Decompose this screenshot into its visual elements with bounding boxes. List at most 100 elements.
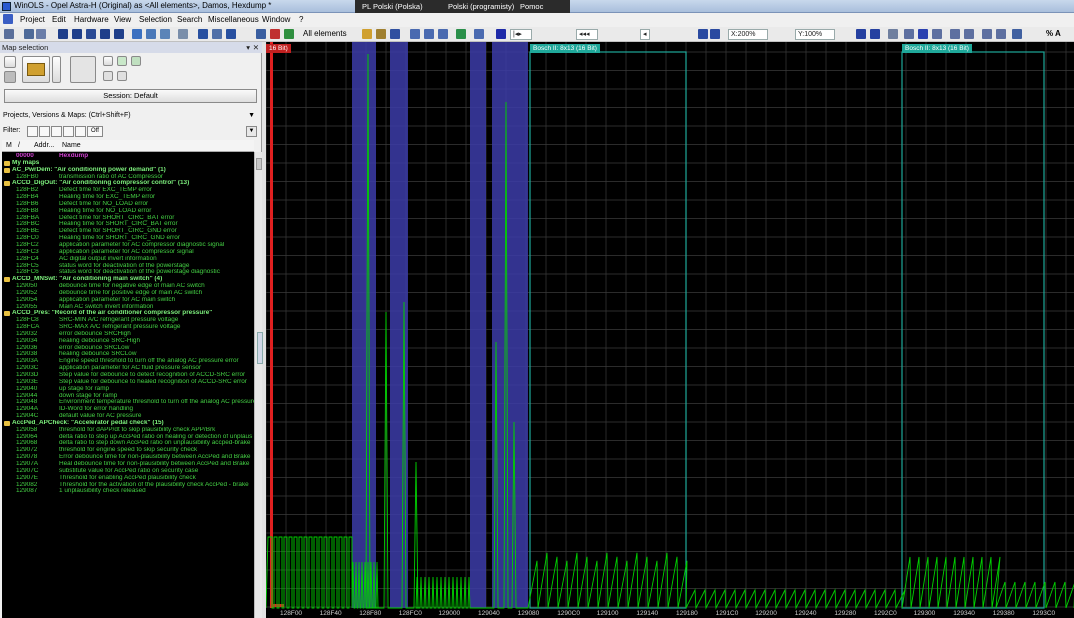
filter-all-button[interactable] <box>27 126 38 137</box>
graph-mode-icon[interactable] <box>856 29 866 39</box>
open-folder-button[interactable] <box>22 56 50 83</box>
menu-edit[interactable]: Edit <box>52 15 66 24</box>
list-item[interactable]: 129034 healing debounce SRC-High <box>2 338 254 345</box>
list-item[interactable]: 129032 error debounce SRCHigh <box>2 331 254 338</box>
compare-icon[interactable] <box>410 29 420 39</box>
bits-8-icon[interactable] <box>904 29 914 39</box>
prev-icon[interactable] <box>72 29 82 39</box>
bits-32-icon[interactable] <box>932 29 942 39</box>
map-label-bosch-1[interactable]: Bosch II: 8x13 (16 Bit) <box>530 44 600 53</box>
nav-forward-icon[interactable] <box>226 29 236 39</box>
list-item[interactable]: 129040 up stage for ramp <box>2 386 254 393</box>
vertical-scrollbar[interactable] <box>254 152 262 618</box>
list-item[interactable]: 128FC2 application parameter for AC compr… <box>2 242 254 249</box>
open-dropdown-button[interactable] <box>52 56 61 83</box>
language-item-pl[interactable]: PL Polski (Polska) <box>359 1 426 12</box>
list-item[interactable]: 129048 Environment temperature threshold … <box>2 399 254 406</box>
save-icon[interactable] <box>24 29 34 39</box>
list-item[interactable]: 128FCA SRC-MAX A/C refrigerant pressure v… <box>2 324 254 331</box>
differences-icon[interactable] <box>438 29 448 39</box>
list-item[interactable]: 128FB6 Defect time for NO_LOAD error <box>2 201 254 208</box>
menu-project[interactable]: Project <box>20 15 45 24</box>
color-icon[interactable] <box>496 29 506 39</box>
2d-view-icon[interactable] <box>146 29 156 39</box>
filter-dropdown-button[interactable]: ▼ <box>246 126 257 137</box>
first-icon[interactable] <box>58 29 68 39</box>
question-icon[interactable] <box>390 29 400 39</box>
list-item[interactable]: 12903D Step value for debounce to detect … <box>2 372 254 379</box>
open-icon[interactable] <box>4 29 14 39</box>
menu-help[interactable]: ? <box>299 15 303 24</box>
nav-back-icon[interactable] <box>198 29 208 39</box>
scroll-right-icon[interactable] <box>710 29 720 39</box>
width-stepper[interactable]: |◂▸ <box>510 29 532 40</box>
stop-button[interactable] <box>4 71 16 83</box>
list-item[interactable]: 129038 healing debounce SRCLow <box>2 351 254 358</box>
list-item[interactable]: 128FBE Defect time for SHORT_CIRC_GND err… <box>2 228 254 235</box>
list-item[interactable]: 129050 debounce time for negative edge of… <box>2 283 254 290</box>
app-menu-icon[interactable] <box>3 14 13 24</box>
list-item[interactable]: 12907C substitute value for AccPed ratio … <box>2 468 254 475</box>
list-item[interactable]: 12904C default value for AC pressure <box>2 413 254 420</box>
online-button[interactable] <box>131 56 141 66</box>
filter-elements-label[interactable]: All elements <box>303 29 347 38</box>
last-icon[interactable] <box>114 29 124 39</box>
copy-button[interactable] <box>103 56 113 66</box>
signed-icon[interactable] <box>950 29 960 39</box>
list-item[interactable]: 12903E Step value for debounce to healed … <box>2 379 254 386</box>
column-m[interactable]: M <box>6 142 12 149</box>
new-project-button[interactable] <box>4 56 16 68</box>
list-item[interactable]: 00000 Hexdump <box>2 153 254 160</box>
column-width-icon[interactable] <box>474 29 484 39</box>
compare-button[interactable] <box>117 71 127 81</box>
folder-row[interactable]: My maps <box>2 160 254 167</box>
link-button[interactable] <box>103 71 113 81</box>
list-item[interactable]: 128FBC Healing time for SHORT_CIRC_BAT er… <box>2 221 254 228</box>
list-item[interactable]: 129054 application parameter for AC main … <box>2 297 254 304</box>
list-item[interactable]: 12903A Engine speed threshold to turn off… <box>2 358 254 365</box>
page-icon[interactable] <box>86 29 96 39</box>
filter-mark-button[interactable] <box>75 126 86 137</box>
list-item[interactable]: 129068 delta ratio to step down AccPed ra… <box>2 440 254 447</box>
home-icon[interactable] <box>212 29 222 39</box>
list-item[interactable]: 128FC3 application parameter for AC compr… <box>2 249 254 256</box>
close-icon[interactable]: ✕ <box>253 42 259 53</box>
map-label-left[interactable]: 16 Bit) <box>266 44 291 53</box>
filter-3d-button[interactable] <box>63 126 74 137</box>
folder-row[interactable]: ACCD_Pres: "Record of the air conditione… <box>2 310 254 317</box>
list-item[interactable]: 128FC8 SRC-MIN A/C refrigerant pressure v… <box>2 317 254 324</box>
folder-row[interactable]: AccPed_APCheck: "Accelerator pedal check… <box>2 420 254 427</box>
menu-selection[interactable]: Selection <box>139 15 172 24</box>
menu-view[interactable]: View <box>114 15 131 24</box>
session-button[interactable]: Session: Default <box>4 89 257 103</box>
list-item[interactable]: 128FC4 AC digital output invert informati… <box>2 256 254 263</box>
next-icon[interactable] <box>100 29 110 39</box>
list-item[interactable]: 128FB2 Defect time for EXC_TEMP error <box>2 187 254 194</box>
list-item[interactable]: 128FB8 Healing time for NO_LOAD error <box>2 208 254 215</box>
filter-off-button[interactable]: Off <box>87 126 103 137</box>
list-item[interactable]: 129087 1 unplausibility check released <box>2 488 254 495</box>
list-item[interactable]: 12907A Heal debounce time for non-plausib… <box>2 461 254 468</box>
hex-stepper[interactable]: ◂◂◂ <box>576 29 598 40</box>
chevron-down-icon[interactable]: ▼ <box>248 112 255 119</box>
filter-1d-button[interactable] <box>39 126 50 137</box>
zoom-x-field[interactable]: X:200% <box>728 29 768 40</box>
folder-row[interactable]: ACCD_MNSwt: "Air conditioning main switc… <box>2 276 254 283</box>
list-item[interactable]: 129055 Main AC switch invert information <box>2 304 254 311</box>
percent-label[interactable]: % A <box>1046 29 1061 38</box>
swap-icon[interactable] <box>1012 29 1022 39</box>
menu-hardware[interactable]: Hardware <box>74 15 109 24</box>
column-sort[interactable]: / <box>18 142 20 149</box>
collapse-panel-handle[interactable] <box>257 332 263 364</box>
lohi-icon[interactable] <box>964 29 974 39</box>
red-filter-icon[interactable] <box>270 29 280 39</box>
folder-row[interactable]: AC_PwrDem: "Air conditioning power deman… <box>2 167 254 174</box>
graph-canvas[interactable] <box>266 42 1074 618</box>
help-item[interactable]: Pomoc <box>517 1 546 12</box>
3d-view-icon[interactable] <box>160 29 170 39</box>
list-item[interactable]: 129036 error debounce SRCLow <box>2 345 254 352</box>
list-item[interactable]: 12904A ID-Word for error handling <box>2 406 254 413</box>
list-item[interactable]: 128FC5 status word for deactivation of th… <box>2 263 254 270</box>
hexdump-graph[interactable]: 16 Bit) Bosch II: 8x13 (16 Bit) Bosch II… <box>266 42 1074 618</box>
hex-display-icon[interactable] <box>888 29 898 39</box>
